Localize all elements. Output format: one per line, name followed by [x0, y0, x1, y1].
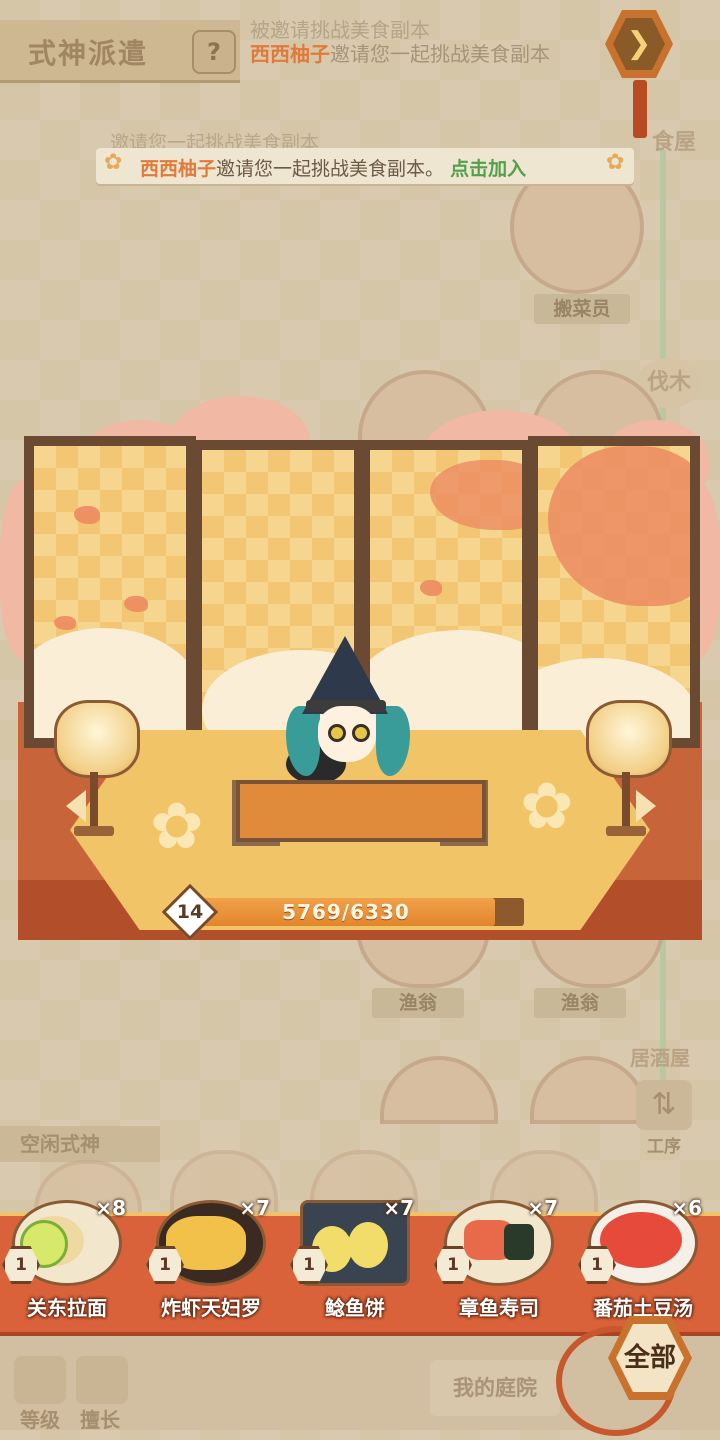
food-item[interactable]: ×8 1 关东拉面: [2, 1196, 132, 1328]
page-title: 式神派遣: [28, 37, 149, 70]
next-button[interactable]: ❯: [605, 10, 673, 78]
flower-pattern: ✿: [150, 790, 204, 864]
food-item[interactable]: ×6 1 番茄土豆汤: [578, 1196, 708, 1328]
food-name: 关东拉面: [27, 1296, 107, 1320]
work-table: [236, 780, 486, 842]
role-tag-carrier: 搬菜员: [534, 294, 630, 324]
invite-inviter-name: 西西柚子: [140, 158, 217, 180]
join-link[interactable]: 点击加入: [450, 158, 526, 180]
sort-label[interactable]: 工序: [636, 1132, 692, 1157]
food-item[interactable]: ×7 1 章鱼寿司: [434, 1196, 564, 1328]
invite-text: 西西柚子邀请您一起挑战美食副本。 点击加入: [140, 154, 526, 181]
my-courtyard-button[interactable]: 我的庭院: [430, 1360, 560, 1416]
invite-message: 邀请您一起挑战美食副本。: [216, 158, 445, 180]
lantern-left-foot: [74, 826, 114, 836]
level-value: 14: [176, 901, 204, 923]
help-button[interactable]: ?: [192, 30, 236, 74]
food-name: 鲶鱼饼: [325, 1296, 385, 1320]
food-count: ×7: [527, 1196, 558, 1220]
idle-shikigami-label: 空闲式神: [0, 1126, 160, 1162]
map-label-tavern[interactable]: 居酒屋: [630, 1042, 690, 1071]
flower-pattern: ✿: [520, 770, 574, 844]
chevron-right-icon: ❯: [613, 18, 665, 70]
flower-icon: ✿: [606, 150, 625, 175]
food-count: ×8: [95, 1196, 126, 1220]
marquee-current: 西西柚子邀请您一起挑战美食副本: [250, 42, 610, 66]
food-item[interactable]: ×7 1 鲶鱼饼: [290, 1196, 420, 1328]
arrow-right-icon[interactable]: [636, 790, 656, 822]
marquee-message: 邀请您一起挑战美食副本: [330, 42, 550, 66]
food-item[interactable]: ×7 1 炸虾天妇罗: [146, 1196, 276, 1328]
role-tag-fisher-2: 渔翁: [534, 988, 626, 1018]
character-eye-right: [352, 724, 370, 742]
lantern-left: [54, 700, 140, 778]
food-count: ×6: [671, 1196, 702, 1220]
lantern-right-pole: [622, 772, 630, 826]
progress-text: 5769/6330: [282, 900, 410, 924]
screen-panel-3: [360, 440, 532, 740]
fishcake-icon: [348, 1222, 388, 1268]
heart-icon[interactable]: [76, 1356, 128, 1404]
marquee-previous: 被邀请挑战美食副本: [250, 18, 430, 42]
flower-icon: ✿: [104, 150, 123, 175]
food-count: ×7: [383, 1196, 414, 1220]
map-label-shop[interactable]: 食屋: [652, 124, 696, 156]
role-tag-fisher-1: 渔翁: [372, 988, 464, 1018]
lantern-left-pole: [90, 772, 98, 826]
level-tab-icon[interactable]: [14, 1356, 66, 1404]
level-tab-label[interactable]: 等级: [20, 1404, 60, 1433]
character-eye-left: [328, 724, 346, 742]
arrow-left-icon[interactable]: [66, 790, 86, 822]
invite-marquee[interactable]: 被邀请挑战美食副本 西西柚子邀请您一起挑战美食副本: [250, 18, 610, 66]
food-name: 炸虾天妇罗: [161, 1296, 261, 1320]
sort-icon[interactable]: ⇅: [636, 1080, 692, 1130]
sushi-icon: [504, 1224, 534, 1260]
lantern-right: [586, 700, 672, 778]
food-count: ×7: [239, 1196, 270, 1220]
tassel-decoration: [633, 80, 647, 138]
lantern-right-foot: [606, 826, 646, 836]
marquee-inviter-name: 西西柚子: [250, 42, 330, 66]
skill-tab-label[interactable]: 擅长: [80, 1404, 120, 1433]
food-name: 章鱼寿司: [459, 1296, 539, 1320]
